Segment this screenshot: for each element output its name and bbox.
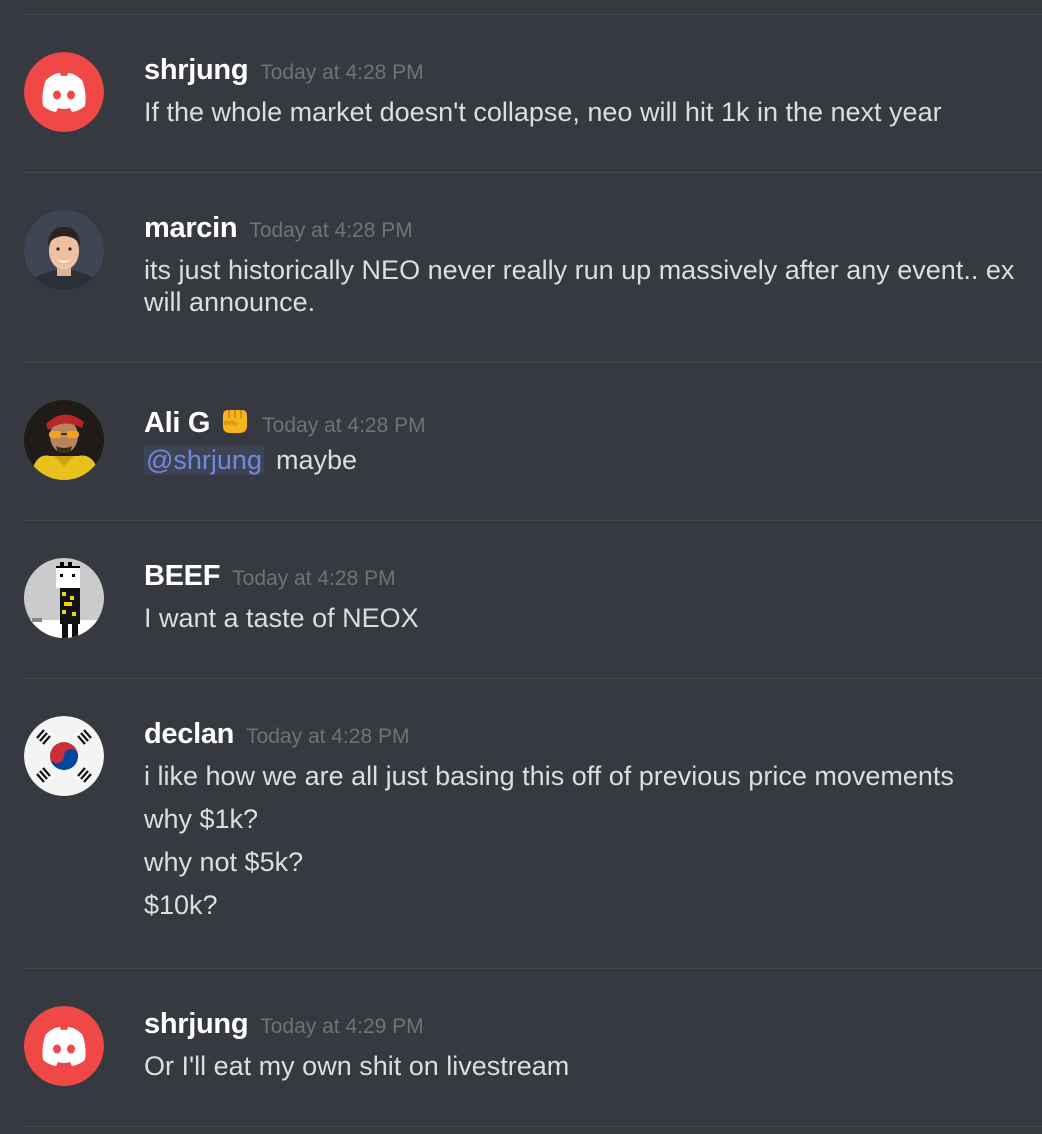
user-avatar-photo[interactable] <box>24 400 104 480</box>
username[interactable]: declan <box>144 718 234 751</box>
timestamp: Today at 4:28 PM <box>246 725 410 748</box>
timestamp: Today at 4:28 PM <box>232 567 396 590</box>
message-text: maybe <box>275 445 358 475</box>
discord-logo-icon[interactable] <box>24 52 104 132</box>
message-text: why $1k? <box>144 804 259 834</box>
message-divider <box>24 968 1042 969</box>
message-text: i like how we are all just basing this o… <box>144 761 954 791</box>
user-avatar-photo[interactable] <box>24 210 104 290</box>
username[interactable]: BEEF <box>144 560 220 593</box>
user-mention[interactable]: @shrjung <box>144 445 264 475</box>
chat-messages-area: shrjung Today at 4:28 PM If the whole ma… <box>0 0 1042 1134</box>
message-text: its just historically NEO never really r… <box>144 255 1015 285</box>
korean-flag-icon[interactable] <box>24 716 104 796</box>
message-text: why not $5k? <box>144 847 304 877</box>
message-text: $10k? <box>144 890 218 920</box>
message-divider <box>24 520 1042 521</box>
timestamp: Today at 4:29 PM <box>260 1015 424 1038</box>
message-text: If the whole market doesn't collapse, ne… <box>144 97 942 127</box>
message-divider <box>24 362 1042 363</box>
timestamp: Today at 4:28 PM <box>260 61 424 84</box>
timestamp: Today at 4:28 PM <box>262 414 426 437</box>
username[interactable]: shrjung <box>144 1008 249 1041</box>
username[interactable]: marcin <box>144 212 238 245</box>
discord-logo-icon[interactable] <box>24 1006 104 1086</box>
message-text: will announce. <box>144 287 316 317</box>
message-text: I want a taste of NEOX <box>144 603 419 633</box>
message-divider <box>24 14 1042 15</box>
pixel-art-avatar[interactable] <box>24 558 104 638</box>
timestamp: Today at 4:28 PM <box>249 219 413 242</box>
message-divider <box>24 1126 1042 1127</box>
fist-emoji-icon <box>218 406 250 436</box>
username[interactable]: shrjung <box>144 54 249 87</box>
message-text: Or I'll eat my own shit on livestream <box>144 1051 570 1081</box>
message-divider <box>24 172 1042 173</box>
username[interactable]: Ali G <box>144 407 210 440</box>
message-divider <box>24 678 1042 679</box>
